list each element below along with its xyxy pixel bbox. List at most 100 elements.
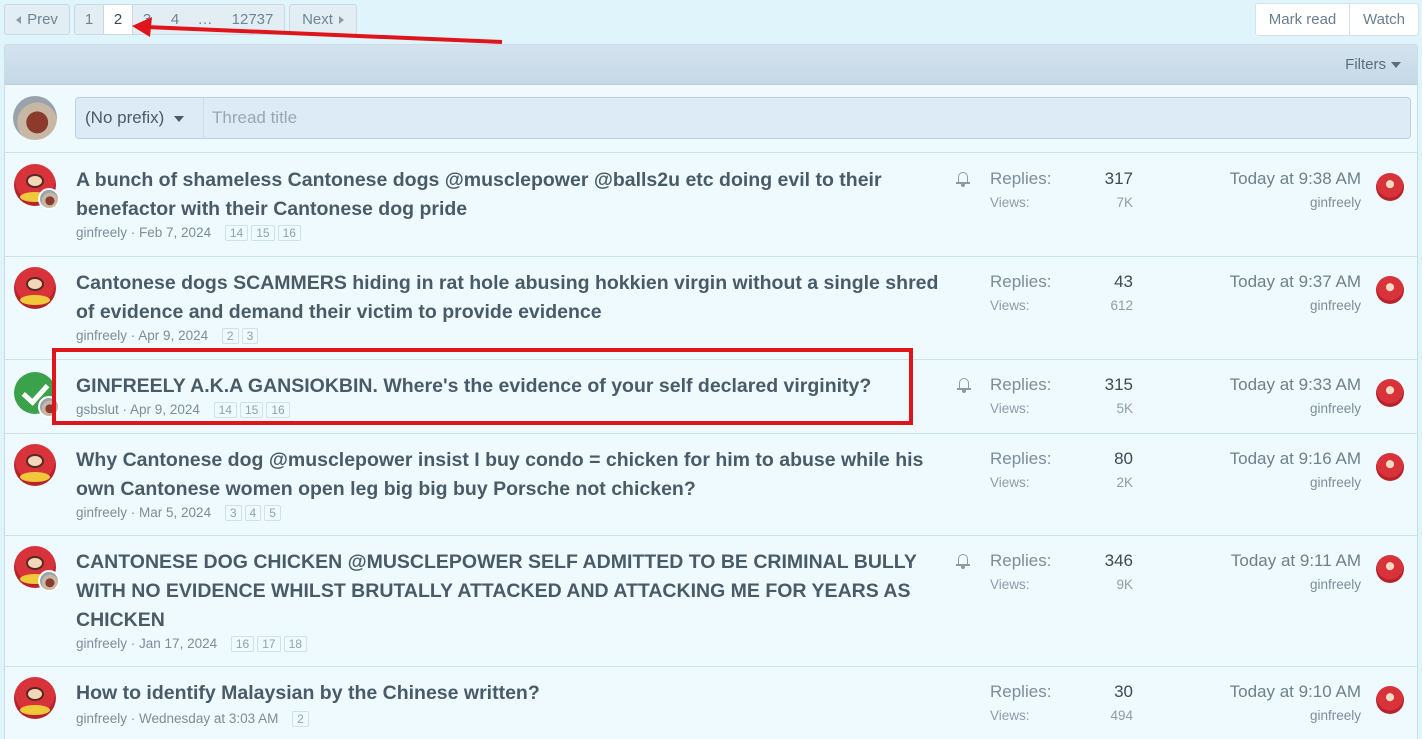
- thread-author[interactable]: ginfreely: [76, 636, 127, 651]
- last-post-date[interactable]: Today at 9:11 AM: [1165, 551, 1361, 571]
- thread-page-link[interactable]: 3: [224, 505, 242, 521]
- annotation-arrow: [132, 17, 503, 44]
- thread-page-link[interactable]: 4: [244, 505, 262, 521]
- thread-row: Why Cantonese dog @musclepower insist I …: [5, 434, 1417, 536]
- thread-title[interactable]: CANTONESE DOG CHICKEN @MUSCLEPOWER SELF …: [76, 548, 917, 635]
- last-post-date[interactable]: Today at 9:38 AM: [1165, 169, 1361, 189]
- author-avatar[interactable]: [14, 444, 56, 486]
- replies-count: 80: [1114, 449, 1133, 468]
- thread-meta: ginfreely · Apr 9, 2024 23: [76, 328, 261, 344]
- thread-meta: ginfreely · Jan 17, 2024 16 17 18: [76, 636, 310, 652]
- last-post-user[interactable]: ginfreely: [1165, 195, 1361, 210]
- bell-icon: [955, 171, 971, 187]
- thread-title-line: own Cantonese women open leg big big buy…: [76, 478, 696, 500]
- thread-title[interactable]: Cantonese dogs SCAMMERS hiding in rat ho…: [76, 269, 938, 327]
- last-poster-avatar[interactable]: [1376, 379, 1404, 407]
- page-link-1[interactable]: 1: [75, 5, 103, 34]
- prev-label: Prev: [27, 11, 58, 28]
- thread-page-link[interactable]: 16: [277, 225, 301, 241]
- annotation-highlight-box: [52, 348, 913, 425]
- last-post-date[interactable]: Today at 9:16 AM: [1165, 449, 1361, 469]
- chevron-left-icon: [16, 16, 22, 25]
- last-post-user[interactable]: ginfreely: [1165, 475, 1361, 490]
- thread-title[interactable]: Why Cantonese dog @musclepower insist I …: [76, 446, 923, 504]
- thread-title-line: CANTONESE DOG CHICKEN @MUSCLEPOWER SELF …: [76, 551, 917, 573]
- watch-button[interactable]: Watch: [1349, 4, 1418, 35]
- thread-page-links: 345: [224, 505, 284, 521]
- forum-actions: Mark read Watch: [1255, 3, 1419, 36]
- replies-count: 43: [1114, 272, 1133, 291]
- thread-row: How to identify Malaysian by the Chinese…: [5, 667, 1417, 739]
- caret-down-icon: [174, 115, 185, 122]
- views-count: 7K: [1116, 195, 1133, 210]
- page-link-2-current[interactable]: 2: [103, 5, 133, 34]
- thread-page-link[interactable]: 17: [257, 636, 281, 652]
- last-post-user[interactable]: ginfreely: [1165, 708, 1361, 723]
- last-poster-avatar[interactable]: [1376, 276, 1404, 304]
- thread-row: Cantonese dogs SCAMMERS hiding in rat ho…: [5, 257, 1417, 360]
- quick-thread-input-group: (No prefix): [75, 97, 1411, 139]
- last-poster-avatar[interactable]: [1376, 686, 1404, 714]
- thread-title-line: WITH NO EVIDENCE WHILST BRUTALLY ATTACKE…: [76, 580, 911, 602]
- thread-page-link[interactable]: 18: [283, 636, 307, 652]
- bell-icon: [955, 553, 971, 569]
- views-label: Views:: [990, 195, 1030, 210]
- thread-meta: ginfreely · Wednesday at 3:03 AM 2: [76, 711, 312, 727]
- thread-date[interactable]: Mar 5, 2024: [139, 505, 211, 520]
- last-poster-avatar[interactable]: [1376, 453, 1404, 481]
- thread-title[interactable]: A bunch of shameless Cantonese dogs @mus…: [76, 166, 882, 224]
- prefix-select[interactable]: (No prefix): [76, 98, 204, 138]
- thread-meta: ginfreely · Feb 7, 2024 14 15 16: [76, 225, 304, 241]
- replies-count: 30: [1114, 682, 1133, 701]
- thread-page-link[interactable]: 5: [264, 505, 281, 521]
- thread-row: A bunch of shameless Cantonese dogs @mus…: [5, 154, 1417, 257]
- thread-date[interactable]: Wednesday at 3:03 AM: [139, 711, 278, 726]
- thread-page-link[interactable]: 2: [292, 711, 309, 727]
- views-label: Views:: [990, 298, 1030, 313]
- last-post-user[interactable]: ginfreely: [1165, 401, 1361, 416]
- thread-row: CANTONESE DOG CHICKEN @MUSCLEPOWER SELF …: [5, 536, 1417, 667]
- thread-author[interactable]: ginfreely: [76, 328, 127, 343]
- thread-author[interactable]: ginfreely: [76, 711, 127, 726]
- mark-read-button[interactable]: Mark read: [1256, 4, 1349, 35]
- last-post-date[interactable]: Today at 9:37 AM: [1165, 272, 1361, 292]
- thread-page-link[interactable]: 3: [241, 328, 259, 344]
- views-count: 9K: [1116, 577, 1133, 592]
- thread-page-link[interactable]: 14: [224, 225, 249, 241]
- thread-title-input[interactable]: [204, 98, 1404, 138]
- last-post-date[interactable]: Today at 9:33 AM: [1165, 375, 1361, 395]
- replies-count: 315: [1104, 375, 1133, 394]
- views-label: Views:: [990, 401, 1030, 416]
- thread-author[interactable]: ginfreely: [76, 225, 127, 240]
- thread-author[interactable]: ginfreely: [76, 505, 127, 520]
- last-poster-mini-avatar: [38, 570, 60, 592]
- filters-dropdown[interactable]: Filters: [1345, 56, 1401, 73]
- prefix-value: (No prefix): [85, 108, 165, 127]
- last-poster-mini-avatar: [38, 188, 60, 210]
- thread-title[interactable]: How to identify Malaysian by the Chinese…: [76, 679, 540, 708]
- thread-title-line: benefactor with their Cantonese dog prid…: [76, 198, 468, 220]
- last-post-date[interactable]: Today at 9:10 AM: [1165, 682, 1361, 702]
- prev-page-button[interactable]: Prev: [4, 4, 70, 35]
- thread-page-links: 14 15 16: [224, 225, 304, 241]
- caret-down-icon: [1391, 62, 1401, 69]
- thread-page-link[interactable]: 16: [230, 636, 255, 652]
- author-avatar[interactable]: [14, 267, 56, 309]
- thread-title-line: CHICKEN: [76, 609, 165, 631]
- thread-date[interactable]: Jan 17, 2024: [139, 636, 217, 651]
- thread-page-link[interactable]: 2: [221, 328, 239, 344]
- thread-title-line: of evidence and demand their victim to p…: [76, 301, 602, 323]
- last-poster-avatar[interactable]: [1376, 555, 1404, 583]
- thread-page-links: 23: [221, 328, 261, 344]
- views-count: 494: [1110, 708, 1133, 723]
- thread-page-links: 16 17 18: [230, 636, 310, 652]
- last-post-user[interactable]: ginfreely: [1165, 577, 1361, 592]
- author-avatar[interactable]: [14, 677, 56, 719]
- replies-count: 346: [1104, 551, 1133, 570]
- last-poster-avatar[interactable]: [1376, 173, 1404, 201]
- thread-date[interactable]: Apr 9, 2024: [138, 328, 208, 343]
- thread-date[interactable]: Feb 7, 2024: [139, 225, 211, 240]
- quick-thread-form: (No prefix): [5, 86, 1417, 153]
- thread-page-link[interactable]: 15: [251, 225, 275, 241]
- last-post-user[interactable]: ginfreely: [1165, 298, 1361, 313]
